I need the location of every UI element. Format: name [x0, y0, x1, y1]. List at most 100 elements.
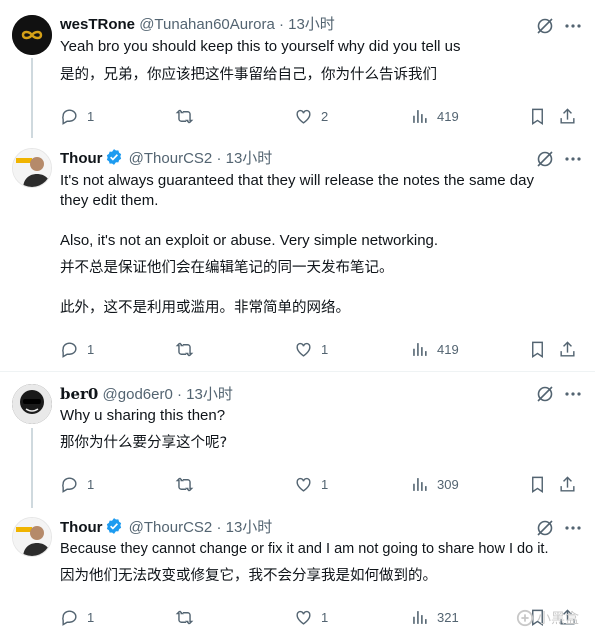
- timestamp[interactable]: 13小时: [288, 16, 335, 33]
- retweet-icon: [175, 342, 194, 356]
- like-count: 1: [321, 341, 329, 357]
- action-bar: 1 1 321: [52, 602, 587, 632]
- tweet-header: 𝐛𝐞𝐫𝟎 @god6er0 · 13小时: [60, 385, 233, 403]
- display-name[interactable]: 𝐛𝐞𝐫𝟎: [60, 385, 98, 403]
- profile-photo-icon: [12, 384, 52, 424]
- reply-icon: [62, 108, 77, 125]
- bookmark-icon: [532, 476, 543, 493]
- bookmark-icon: [532, 108, 543, 125]
- watermark-logo-icon: [516, 609, 534, 627]
- tweet-text: It's not always guaranteed that they wil…: [60, 172, 534, 189]
- share-icon: [560, 107, 575, 124]
- share-button[interactable]: [558, 101, 577, 131]
- timestamp[interactable]: 13小时: [186, 386, 233, 403]
- share-icon: [560, 340, 575, 357]
- grok-icon[interactable]: [535, 149, 555, 169]
- grok-icon[interactable]: [535, 518, 555, 538]
- reply-button[interactable]: 1: [60, 602, 94, 632]
- share-button[interactable]: [558, 469, 577, 499]
- more-icon[interactable]: [563, 384, 583, 404]
- grok-icon[interactable]: [535, 384, 555, 404]
- avatar[interactable]: [12, 384, 52, 424]
- like-count: 2: [321, 108, 329, 124]
- reply-button[interactable]: 1: [60, 469, 94, 499]
- tweet-header: Thour @ThourCS2 · 13小时: [60, 518, 273, 536]
- heart-icon: [296, 342, 311, 357]
- views-button[interactable]: 321: [410, 602, 459, 632]
- views-chart-icon: [413, 477, 427, 491]
- more-icon[interactable]: [563, 149, 583, 169]
- verified-badge-icon: [106, 149, 121, 165]
- tweet-text: Also, it's not an exploit or abuse. Very…: [60, 232, 439, 249]
- username[interactable]: @Tunahan60Aurora: [139, 16, 275, 33]
- retweet-button[interactable]: [175, 469, 202, 499]
- more-icon[interactable]: [563, 518, 583, 538]
- view-count: 309: [437, 476, 459, 492]
- username[interactable]: @ThourCS2: [129, 519, 213, 536]
- retweet-icon: [175, 477, 194, 491]
- retweet-button[interactable]: [175, 602, 202, 632]
- reply-icon: [62, 609, 77, 626]
- views-chart-icon: [413, 610, 427, 624]
- tweet[interactable]: Thour @ThourCS2 · 13小时 Because they cann…: [0, 505, 595, 640]
- avatar[interactable]: [12, 15, 52, 55]
- username[interactable]: @ThourCS2: [129, 150, 213, 167]
- tweet-header: Thour @ThourCS2 · 13小时: [60, 149, 273, 167]
- reply-count: 1: [87, 476, 95, 492]
- reply-count: 1: [87, 341, 95, 357]
- views-button[interactable]: 309: [410, 469, 459, 499]
- views-button[interactable]: 419: [410, 334, 459, 364]
- more-icon[interactable]: [563, 16, 583, 36]
- tweet[interactable]: 𝐛𝐞𝐫𝟎 @god6er0 · 13小时 Why u sharing this …: [0, 372, 595, 508]
- retweet-button[interactable]: [175, 334, 202, 364]
- tweet-text: Because they cannot change or fix it and…: [60, 541, 549, 557]
- tweet[interactable]: Thour @ThourCS2 · 13小时 It's not always g…: [0, 135, 595, 372]
- tweet-text-translation: 此外，这不是利用或滥用。非常简单的网络。: [60, 300, 350, 316]
- display-name[interactable]: Thour: [60, 519, 103, 536]
- avatar[interactable]: [12, 148, 52, 188]
- action-bar: 1 1 419: [52, 334, 587, 364]
- reply-count: 1: [87, 609, 95, 625]
- watermark: 小黑盒: [516, 608, 579, 628]
- tweet[interactable]: wesTRone @Tunahan60Aurora · 13小时 Yeah br…: [0, 0, 595, 138]
- tweet-text: Yeah bro you should keep this to yoursel…: [60, 38, 461, 55]
- display-name[interactable]: wesTRone: [60, 16, 135, 33]
- retweet-icon: [175, 610, 194, 624]
- display-name[interactable]: Thour: [60, 150, 103, 167]
- like-count: 1: [321, 476, 329, 492]
- like-button[interactable]: 2: [294, 101, 328, 131]
- views-button[interactable]: 419: [410, 101, 459, 131]
- like-button[interactable]: 1: [294, 469, 328, 499]
- tweet-text: they edit them.: [60, 192, 159, 209]
- heart-icon: [296, 477, 311, 492]
- tweet-text-translation: 并不总是保证他们会在编辑笔记的同一天发布笔记。: [60, 260, 394, 276]
- action-bar: 1 2 419: [52, 101, 587, 131]
- verified-badge-icon: [106, 518, 121, 534]
- reply-icon: [62, 476, 77, 493]
- infinity-logo-icon: [12, 15, 52, 55]
- reply-button[interactable]: 1: [60, 101, 94, 131]
- like-button[interactable]: 1: [294, 602, 328, 632]
- tweet-text-translation: 因为他们无法改变或修复它，我不会分享我是如何做到的。: [60, 568, 437, 584]
- tweet-text-translation: 是的，兄弟，你应该把这件事留给自己，你为什么告诉我们: [60, 67, 437, 83]
- tweet-text: Why u sharing this then?: [60, 407, 226, 424]
- action-bar: 1 1 309: [52, 469, 587, 499]
- retweet-button[interactable]: [175, 101, 202, 131]
- grok-icon[interactable]: [535, 16, 555, 36]
- bookmark-button[interactable]: [528, 334, 547, 364]
- reply-button[interactable]: 1: [60, 334, 94, 364]
- timestamp[interactable]: 13小时: [226, 150, 273, 167]
- bookmark-icon: [532, 341, 543, 358]
- username[interactable]: @god6er0: [103, 386, 173, 403]
- heart-icon: [296, 109, 311, 124]
- view-count: 419: [437, 108, 459, 124]
- share-button[interactable]: [558, 334, 577, 364]
- like-button[interactable]: 1: [294, 334, 328, 364]
- bookmark-button[interactable]: [528, 101, 547, 131]
- view-count: 419: [437, 341, 459, 357]
- watermark-text: 小黑盒: [537, 610, 579, 626]
- timestamp[interactable]: 13小时: [226, 519, 273, 536]
- profile-photo-icon: [13, 149, 51, 187]
- avatar[interactable]: [12, 517, 52, 557]
- bookmark-button[interactable]: [528, 469, 547, 499]
